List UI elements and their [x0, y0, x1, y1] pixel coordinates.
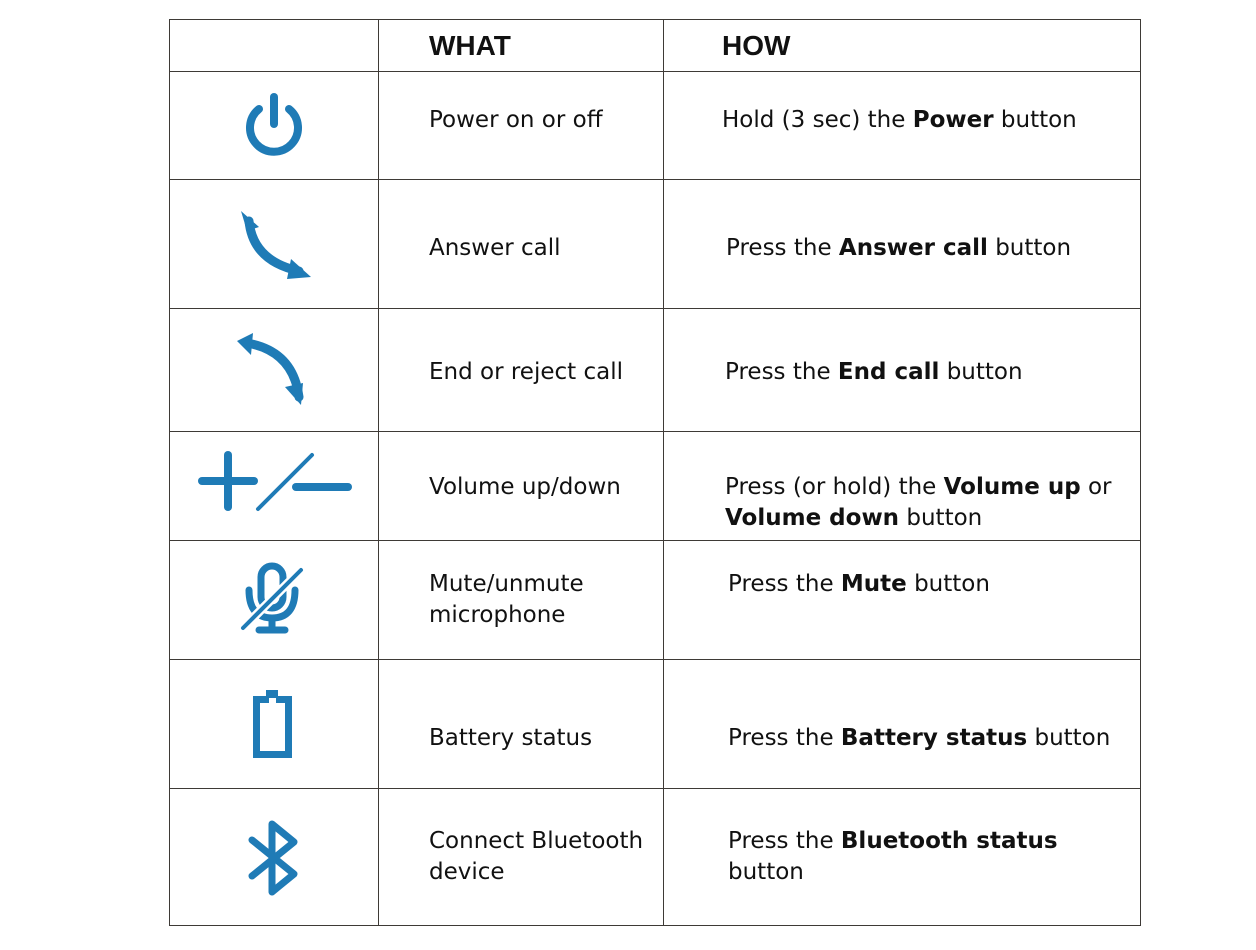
answer-call-icon	[170, 180, 378, 308]
controls-table: WHAT HOW Power on or off Hold (3 sec) th…	[169, 19, 1141, 926]
how-text: Press the Bluetooth status button	[728, 828, 1058, 885]
what-text: Answer call	[429, 235, 561, 261]
table-row: End or reject call Press the End call bu…	[170, 309, 1140, 432]
end-call-icon	[170, 309, 378, 431]
table-row: Battery status Press the Battery status …	[170, 660, 1140, 789]
what-text: Battery status	[429, 725, 593, 751]
power-icon	[170, 72, 378, 179]
how-text: Press the Battery status button	[728, 725, 1111, 751]
table-row: Connect Bluetooth device Press the Blueto…	[170, 789, 1140, 927]
what-text: Volume up/down	[429, 474, 621, 500]
how-text: Press the Mute button	[728, 571, 990, 597]
what-text: Mute/unmute microphone	[429, 571, 584, 628]
table-row: Volume up/down Press (or hold) the Volum…	[170, 432, 1140, 541]
volume-plus-minus-icon	[170, 432, 378, 540]
header-row: WHAT HOW	[170, 20, 1140, 72]
table-row: Mute/unmute microphone Press the Mute but…	[170, 541, 1140, 660]
header-how: HOW	[722, 30, 791, 61]
how-text: Press (or hold) the Volume up or Volume …	[725, 474, 1112, 531]
how-text: Press the End call button	[725, 359, 1023, 385]
what-text: End or reject call	[429, 359, 623, 385]
battery-icon	[170, 660, 378, 788]
bluetooth-icon	[170, 789, 378, 927]
what-text: Connect Bluetooth device	[429, 828, 644, 885]
how-text: Hold (3 sec) the Power button	[722, 107, 1077, 133]
mute-microphone-icon	[170, 541, 378, 659]
table-row: Power on or off Hold (3 sec) the Power b…	[170, 72, 1140, 180]
table-row: Answer call Press the Answer call button	[170, 180, 1140, 309]
what-text: Power on or off	[429, 107, 603, 133]
how-text: Press the Answer call button	[726, 235, 1072, 261]
header-what: WHAT	[429, 30, 511, 61]
